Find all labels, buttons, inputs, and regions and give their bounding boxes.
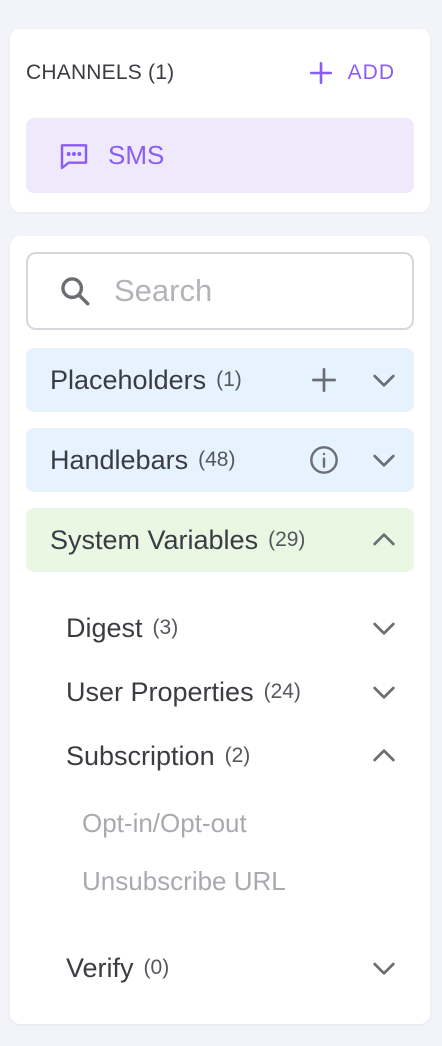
chevron-down-icon[interactable] (368, 612, 400, 644)
channels-title: CHANNELS (1) (26, 61, 175, 84)
chevron-down-icon[interactable] (368, 952, 400, 984)
subsection-count: (3) (152, 616, 179, 639)
add-channel-button[interactable]: ADD (308, 60, 395, 86)
chevron-down-icon[interactable] (368, 364, 400, 396)
info-icon[interactable] (308, 444, 340, 476)
channel-item-sms[interactable]: SMS (26, 118, 414, 193)
chevron-up-icon[interactable] (368, 524, 400, 556)
subsection-label: User Properties (66, 676, 254, 707)
section-count: (48) (198, 448, 236, 471)
variable-item-opt-in-opt-out[interactable]: Opt-in/Opt-out (82, 808, 247, 839)
variable-item-unsubscribe-url[interactable]: Unsubscribe URL (82, 866, 286, 897)
subsection-digest[interactable]: Digest (3) (66, 604, 400, 652)
plus-icon (309, 61, 332, 85)
subsection-label: Subscription (66, 740, 215, 771)
subsection-verify[interactable]: Verify (0) (66, 944, 400, 992)
subsection-user-properties[interactable]: User Properties (24) (66, 668, 400, 716)
channels-panel: CHANNELS (1) ADD SMS (10, 29, 430, 212)
subsection-label: Verify (66, 952, 134, 983)
search-box[interactable] (26, 252, 414, 330)
add-label: ADD (347, 61, 395, 84)
section-placeholders[interactable]: Placeholders (1) (26, 348, 414, 412)
channel-item-label: SMS (108, 140, 165, 170)
subsection-subscription[interactable]: Subscription (2) (66, 732, 400, 780)
variables-panel: Placeholders (1) Handlebars (48) System … (10, 236, 430, 1024)
section-label: System Variables (50, 524, 259, 555)
section-count: (29) (268, 528, 306, 551)
chevron-down-icon[interactable] (368, 676, 400, 708)
section-label: Handlebars (50, 444, 189, 475)
message-icon (60, 143, 88, 169)
plus-icon[interactable] (308, 364, 340, 396)
section-system-variables[interactable]: System Variables (29) (26, 508, 414, 572)
section-handlebars[interactable]: Handlebars (48) (26, 428, 414, 492)
subsection-count: (24) (263, 680, 301, 703)
chevron-up-icon[interactable] (368, 740, 400, 772)
channels-header: CHANNELS (1) ADD (26, 56, 414, 90)
section-label: Placeholders (50, 364, 207, 395)
subsection-count: (0) (143, 956, 170, 979)
subsection-label: Digest (66, 612, 143, 643)
search-input[interactable] (112, 272, 376, 310)
section-count: (1) (216, 368, 242, 391)
chevron-down-icon[interactable] (368, 444, 400, 476)
subsection-count: (2) (224, 744, 251, 767)
search-icon (61, 277, 90, 306)
